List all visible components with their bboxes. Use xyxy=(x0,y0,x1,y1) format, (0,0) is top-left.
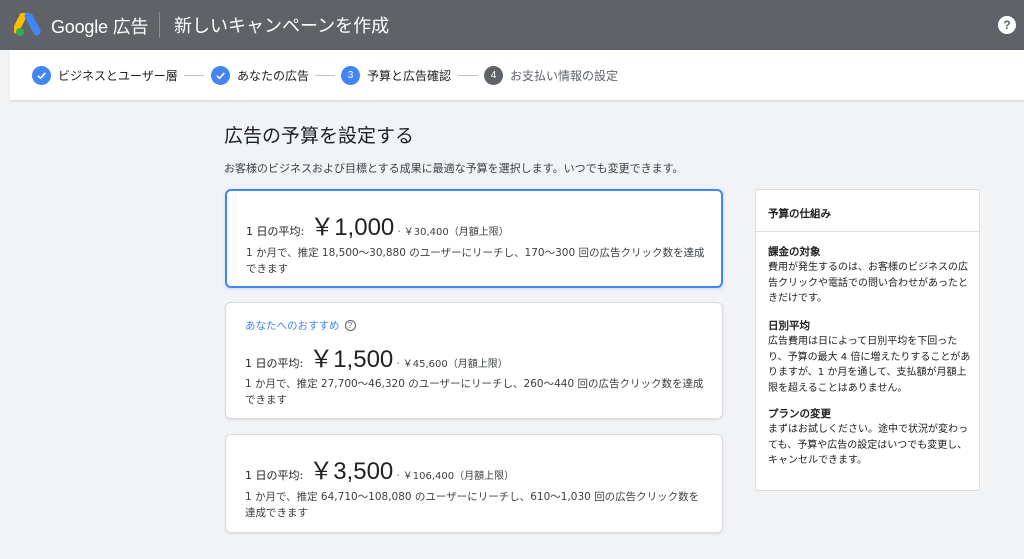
section-heading: 日別平均 xyxy=(768,320,810,332)
daily-amount: ￥3,500 xyxy=(309,458,394,485)
step-connector xyxy=(458,75,478,76)
product-name: Google 広告 xyxy=(51,17,149,37)
budget-estimate-text: 1 か月で、推定 64,710～108,080 のユーザーにリーチし、610～1… xyxy=(245,491,700,519)
section-heading: プランの変更 xyxy=(768,408,831,420)
monthly-cap: ￥30,400（月額上限） xyxy=(403,227,509,238)
daily-amount: ￥1,000 xyxy=(310,214,395,241)
section-heading: 課金の対象 xyxy=(768,246,821,258)
budget-estimate-text: 1 か月で、推定 18,500～30,880 のユーザーにリーチし、170～30… xyxy=(246,247,705,275)
daily-amount: ￥1,500 xyxy=(309,346,394,373)
step-your-ad[interactable]: あなたの広告 xyxy=(211,65,309,85)
checkmark-icon xyxy=(211,65,230,85)
page-header-title: 新しいキャンペーンを作成 xyxy=(174,16,390,37)
header-divider xyxy=(159,12,160,38)
help-circle-icon[interactable]: ? xyxy=(344,320,356,331)
step-label: ビジネスとユーザー層 xyxy=(58,68,178,83)
budget-option-card[interactable]: 1 日の平均: ￥1,000 · ￥30,400（月額上限） 1 か月で、推定 … xyxy=(225,189,723,288)
budget-option-card[interactable]: 1 日の平均: ￥3,500 · ￥106,400（月額上限） 1 か月で、推定… xyxy=(225,434,723,533)
app-header: Google 広告 新しいキャンペーンを作成 ? xyxy=(0,0,1024,50)
budget-amount-row: 1 日の平均: ￥3,500 · ￥106,400（月額上限） xyxy=(245,451,514,486)
step-number: 3 xyxy=(341,65,360,85)
budget-option-card[interactable]: あなたへのおすすめ ? 1 日の平均: ￥1,500 · ￥45,600（月額上… xyxy=(225,302,723,419)
step-business-audience[interactable]: ビジネスとユーザー層 xyxy=(32,65,178,85)
step-number: 4 xyxy=(484,65,503,85)
panel-divider xyxy=(756,231,979,232)
monthly-cap: ￥45,600（月額上限） xyxy=(402,359,508,370)
step-label: お支払い情報の設定 xyxy=(510,68,619,83)
step-label: 予算と広告確認 xyxy=(367,68,452,83)
budget-amount-row: 1 日の平均: ￥1,500 · ￥45,600（月額上限） xyxy=(245,339,508,374)
budget-info-panel: 予算の仕組み 課金の対象 費用が発生するのは、お客様のビジネスの広告クリックや電… xyxy=(755,189,980,491)
section-body: 広告費用は日によって日別平均を下回ったり、予算の最大 4 倍に増えたりすることが… xyxy=(768,336,971,394)
page-subtitle: お客様のビジネスおよび目標とする成果に最適な予算を選択します。いつでも変更できま… xyxy=(224,162,684,175)
budget-estimate-text: 1 か月で、推定 27,700～46,320 のユーザーにリーチし、260～44… xyxy=(245,378,704,406)
budget-amount-row: 1 日の平均: ￥1,000 · ￥30,400（月額上限） xyxy=(246,207,509,242)
daily-average-label: 1 日の平均: xyxy=(246,225,305,238)
section-body: 費用が発生するのは、お客様のビジネスの広告クリックや電話での問い合わせがあったと… xyxy=(768,262,968,304)
recommended-label: あなたへのおすすめ xyxy=(245,320,340,332)
separator-dot: · xyxy=(396,357,400,370)
page-title: 広告の予算を設定する xyxy=(224,125,415,147)
daily-average-label: 1 日の平均: xyxy=(245,469,304,482)
panel-title: 予算の仕組み xyxy=(768,208,831,220)
checkmark-icon xyxy=(32,65,51,85)
separator-dot: · xyxy=(397,225,401,238)
separator-dot: · xyxy=(396,469,400,482)
recommended-badge: あなたへのおすすめ ? xyxy=(245,318,356,333)
step-payment-setup: 4 お支払い情報の設定 xyxy=(484,65,618,85)
step-label: あなたの広告 xyxy=(237,68,310,83)
monthly-cap: ￥106,400（月額上限） xyxy=(402,471,515,482)
help-icon[interactable]: ? xyxy=(998,16,1016,34)
google-ads-logo-icon xyxy=(14,13,41,36)
step-budget-review[interactable]: 3 予算と広告確認 xyxy=(341,65,451,85)
daily-average-label: 1 日の平均: xyxy=(245,357,304,370)
step-connector xyxy=(184,75,204,76)
progress-stepper: ビジネスとユーザー層 あなたの広告 3 予算と広告確認 4 お支払い情報の設定 xyxy=(10,50,1024,101)
step-connector xyxy=(315,75,335,76)
section-body: まずはお試しください。途中で状況が変わっても、予算や広告の設定はいつでも変更し、… xyxy=(768,424,968,466)
